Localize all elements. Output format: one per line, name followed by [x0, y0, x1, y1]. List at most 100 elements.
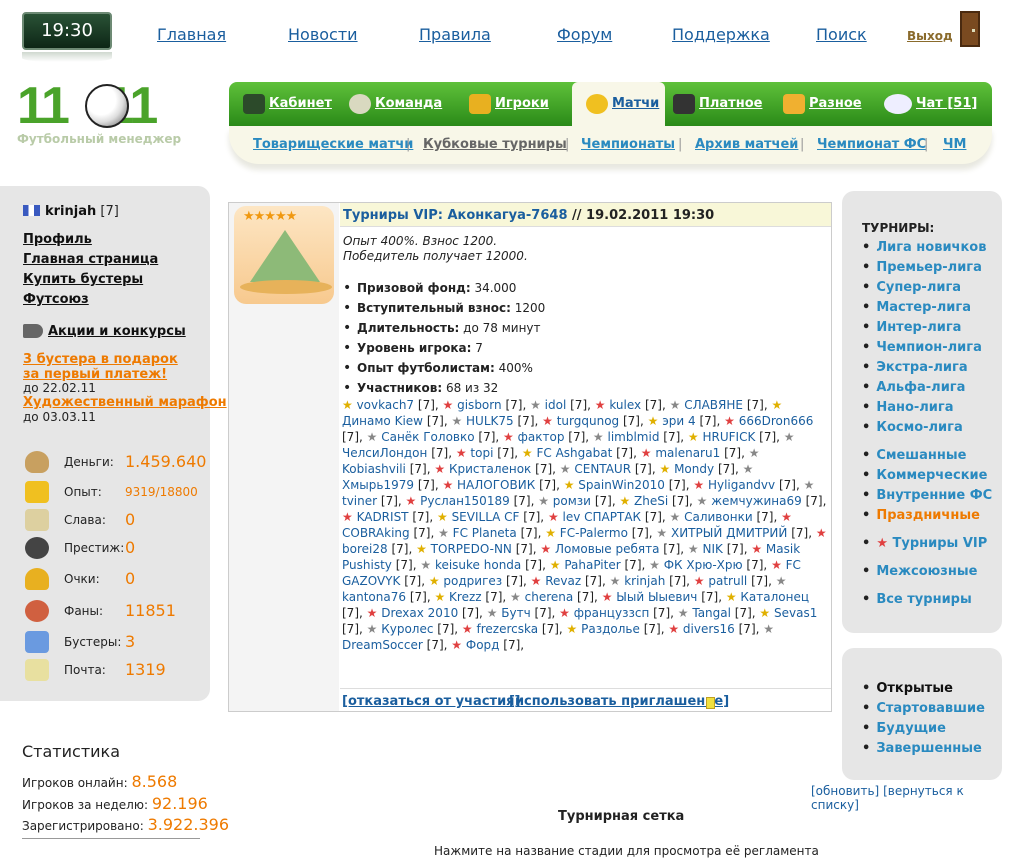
player-link[interactable]: Krezz	[449, 590, 482, 604]
player-link[interactable]: Sevas1	[774, 606, 817, 620]
tab-players[interactable]: Игроки	[469, 82, 549, 126]
tab-cabinet[interactable]: Кабинет	[243, 82, 332, 126]
player-link[interactable]: FC-Palermo	[560, 526, 628, 540]
subtab-world-cup[interactable]: ЧМ	[943, 137, 966, 152]
player-link[interactable]: Kobiashvili	[342, 462, 406, 476]
player-link[interactable]: Ломовые ребята	[555, 542, 659, 556]
player-link[interactable]: gisborn	[457, 398, 502, 412]
subtab-fs-championship[interactable]: Чемпионат ФС	[817, 137, 926, 152]
league-link[interactable]: Супер-лига	[876, 280, 961, 295]
futsoyuz-link[interactable]: Футсоюз	[23, 292, 89, 307]
player-link[interactable]: Drexax 2010	[381, 606, 458, 620]
buy-boosters-link[interactable]: Купить бустеры	[23, 272, 143, 287]
league-link[interactable]: Экстра-лига	[876, 360, 967, 375]
player-link[interactable]: Каталонец	[740, 590, 809, 604]
player-link[interactable]: ФК Хрю-Хрю	[664, 558, 743, 572]
tab-misc[interactable]: Разное	[783, 82, 862, 126]
player-link[interactable]: ZheSi	[634, 494, 668, 508]
player-link[interactable]: lev СПАРТАК	[563, 510, 642, 524]
offer-marathon-link[interactable]: Художественный марафон	[23, 395, 227, 410]
door-icon[interactable]	[960, 11, 980, 47]
player-link[interactable]: limblmid	[607, 430, 659, 444]
site-logo[interactable]: 11 11 Футбольный менеджер	[17, 80, 192, 155]
player-link[interactable]: CENTAUR	[574, 462, 631, 476]
nav-search[interactable]: Поиск	[816, 25, 867, 44]
player-link[interactable]: SEVILLA CF	[452, 510, 520, 524]
subtab-cups[interactable]: Кубковые турниры	[423, 137, 567, 152]
player-link[interactable]: topi	[470, 446, 493, 460]
player-link[interactable]: kulex	[609, 398, 641, 412]
player-link[interactable]: фактор	[518, 430, 565, 444]
player-link[interactable]: Санёк Головко	[381, 430, 474, 444]
player-link[interactable]: Hyligandvv	[708, 478, 775, 492]
tab-team[interactable]: Команда	[349, 82, 442, 126]
player-link[interactable]: SpainWin2010	[578, 478, 665, 492]
league-link[interactable]: Интер-лига	[876, 320, 961, 335]
player-link[interactable]: ЧелсиЛондон	[342, 446, 427, 460]
league-link[interactable]: Чемпион-лига	[876, 340, 982, 355]
league-link[interactable]: Мастер-лига	[876, 300, 971, 315]
player-link[interactable]: KADRIST	[357, 510, 409, 524]
player-link[interactable]: СЛАВЯНЕ	[684, 398, 743, 412]
subtab-friendly[interactable]: Товарищеские матчи	[253, 137, 413, 152]
player-link[interactable]: Руслан150189	[420, 494, 510, 508]
player-link[interactable]: Mondy	[674, 462, 714, 476]
league-link[interactable]: Лига новичков	[876, 240, 986, 255]
player-link[interactable]: Tangal	[692, 606, 731, 620]
player-link[interactable]: Куролес	[381, 622, 433, 636]
player-link[interactable]: Саливонки	[684, 510, 753, 524]
player-link[interactable]: FC Ashgabat	[536, 446, 612, 460]
nav-home[interactable]: Главная	[157, 25, 226, 44]
main-page-link[interactable]: Главная страница	[23, 252, 158, 267]
decline-link[interactable]: [отказаться от участия]	[342, 694, 520, 709]
offer-boosters-link[interactable]: 3 бустера в подарок за первый платеж!	[23, 352, 193, 382]
league-link[interactable]: Нано-лига	[876, 400, 953, 415]
username-link[interactable]: krinjah	[45, 204, 96, 219]
profile-link[interactable]: Профиль	[23, 232, 92, 247]
subtab-archive[interactable]: Архив матчей	[695, 137, 798, 152]
player-link[interactable]: borei28	[342, 542, 388, 556]
tab-matches[interactable]: Матчи	[572, 82, 665, 126]
player-link[interactable]: Раздолье	[581, 622, 640, 636]
player-link[interactable]: HULK75	[466, 414, 514, 428]
player-link[interactable]: Динамо Kiew	[342, 414, 423, 428]
player-link[interactable]: keisuke honda	[435, 558, 521, 572]
invite-link[interactable]: [использовать приглашение]	[509, 694, 729, 709]
league-link[interactable]: Премьер-лига	[876, 260, 982, 275]
player-link[interactable]: krinjah	[624, 574, 665, 588]
player-link[interactable]: Бутч	[501, 606, 530, 620]
player-link[interactable]: vovkach7	[357, 398, 414, 412]
subtab-championships[interactable]: Чемпионаты	[581, 137, 675, 152]
player-link[interactable]: kantona76	[342, 590, 406, 604]
player-link[interactable]: COBRAking	[342, 526, 410, 540]
tab-paid[interactable]: Платное	[673, 82, 762, 126]
tab-chat[interactable]: Чат [51]	[884, 82, 977, 126]
player-link[interactable]: tviner	[342, 494, 377, 508]
player-link[interactable]: patrull	[708, 574, 747, 588]
player-link[interactable]: ромзи	[553, 494, 591, 508]
player-link[interactable]: FC Planeta	[453, 526, 517, 540]
player-link[interactable]: родригез	[443, 574, 502, 588]
player-link[interactable]: malenaru1	[655, 446, 720, 460]
player-link[interactable]: HRUFICK	[702, 430, 755, 444]
player-link[interactable]: DreamSoccer	[342, 638, 423, 652]
player-link[interactable]: француззсп	[574, 606, 650, 620]
player-link[interactable]: frezercska	[477, 622, 539, 636]
player-link[interactable]: PahaPiter	[564, 558, 620, 572]
player-link[interactable]: NIK	[702, 542, 722, 556]
player-link[interactable]: ХИТРЫЙ ДМИТРИЙ	[671, 526, 787, 540]
league-link[interactable]: Альфа-лига	[876, 380, 965, 395]
player-link[interactable]: cherena	[525, 590, 574, 604]
nav-rules[interactable]: Правила	[419, 25, 491, 44]
tournament-title-link[interactable]: Турниры VIP: Аконкагуа-7648	[343, 208, 568, 223]
player-link[interactable]: turgqunog	[557, 414, 619, 428]
player-link[interactable]: эри 4	[662, 414, 695, 428]
nav-forum[interactable]: Форум	[557, 25, 612, 44]
player-link[interactable]: Ыый Ыыевич	[616, 590, 697, 604]
player-link[interactable]: жемчужина69	[711, 494, 802, 508]
player-link[interactable]: Revaz	[545, 574, 581, 588]
player-link[interactable]: Форд	[466, 638, 500, 652]
refresh-link[interactable]: [обновить]	[811, 784, 879, 798]
nav-news[interactable]: Новости	[288, 25, 358, 44]
player-link[interactable]: Кристаленок	[449, 462, 531, 476]
